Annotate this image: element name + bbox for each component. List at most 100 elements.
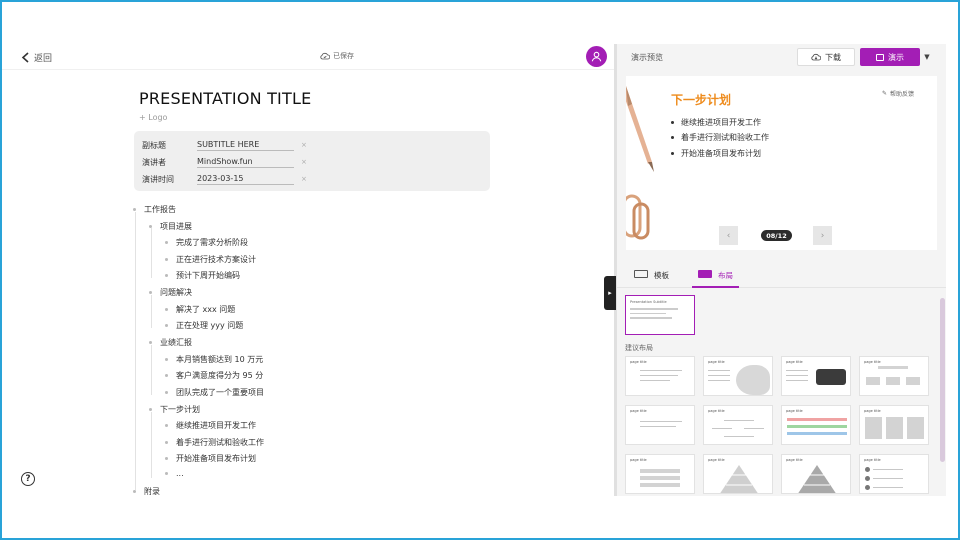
outline-node-item[interactable]: ... — [165, 469, 184, 478]
cloud-download-icon — [811, 53, 821, 61]
outline-node-item[interactable]: 预计下周开始编码 — [165, 270, 240, 281]
pyramid-icon — [798, 465, 836, 493]
bullet-text: 开始准备项目发布计划 — [681, 149, 761, 158]
node-text: 开始准备项目发布计划 — [176, 454, 256, 463]
meta-label: 演讲时间 — [142, 174, 174, 184]
tab-layout[interactable]: 布局 — [692, 270, 739, 288]
layout-icon — [698, 270, 712, 278]
bullet-icon — [671, 121, 674, 124]
suggested-layouts-label: 建议布局 — [625, 344, 653, 352]
bullet-icon — [165, 472, 168, 475]
back-button[interactable]: 返回 — [21, 51, 52, 64]
slide-title: 下一步计划 — [671, 93, 732, 107]
bullet-icon — [165, 241, 168, 244]
feedback-button[interactable]: ✎ 帮助反馈 — [882, 89, 914, 98]
outline-node-item[interactable]: 开始准备项目发布计划 — [165, 453, 256, 464]
chat-icon: ✎ — [882, 90, 888, 97]
meta-label: 副标题 — [142, 140, 166, 150]
layout-thumb[interactable]: page title — [859, 405, 929, 445]
outline-node-section[interactable]: 问题解决 — [149, 287, 192, 298]
clear-icon[interactable]: × — [301, 175, 307, 183]
outline-guide — [151, 228, 152, 278]
download-button[interactable]: 下载 — [797, 48, 855, 66]
layout-thumb[interactable]: page title — [625, 405, 695, 445]
present-label: 演示 — [888, 52, 904, 62]
tab-label: 布局 — [718, 271, 733, 280]
chevron-left-icon: ‹ — [726, 230, 731, 241]
outline-node-root[interactable]: 工作报告 — [133, 204, 176, 215]
layout-thumb[interactable]: page title — [781, 356, 851, 396]
layout-thumb[interactable]: page title — [625, 356, 695, 396]
meta-row-subtitle: 副标题 SUBTITLE HERE × — [142, 138, 307, 152]
layout-thumb[interactable]: page title — [625, 454, 695, 494]
chevron-right-icon: › — [820, 230, 825, 241]
outline-node-section[interactable]: 项目进展 — [149, 221, 192, 232]
tab-template[interactable]: 模板 — [634, 270, 669, 288]
outline-guide — [151, 412, 152, 478]
caret-down-icon: ▼ — [924, 53, 930, 61]
outline-node-item[interactable]: 解决了 xxx 问题 — [165, 304, 235, 315]
outline-node-item[interactable]: 完成了需求分析阶段 — [165, 237, 248, 248]
thumb-title: page title — [864, 409, 881, 413]
outline-node-section[interactable]: 业绩汇报 — [149, 337, 192, 348]
bullet-icon — [149, 225, 152, 228]
layout-thumb[interactable]: page title — [703, 405, 773, 445]
outline-node-item[interactable]: 本月销售额达到 10 万元 — [165, 354, 263, 365]
layout-scrollbar[interactable] — [940, 298, 945, 462]
thumb-title: page title — [708, 409, 725, 413]
layout-gallery: Presentation Subtitle 建议布局 page title pa… — [617, 292, 946, 496]
outline-tree: 工作报告 项目进展 完成了需求分析阶段 正在进行技术方案设计 预计下周开始编码 … — [128, 201, 588, 496]
download-label: 下载 — [825, 52, 841, 62]
layout-thumb[interactable]: page title — [859, 454, 929, 494]
avatar[interactable] — [586, 46, 607, 67]
clear-icon[interactable]: × — [301, 141, 307, 149]
node-text: 项目进展 — [160, 222, 192, 231]
add-logo-button[interactable]: + Logo — [139, 113, 167, 122]
bullet-icon — [165, 391, 168, 394]
outline-node-item[interactable]: 客户满意度得分为 95 分 — [165, 370, 263, 381]
collapse-panel-button[interactable]: ▸ — [604, 276, 616, 310]
present-dropdown-button[interactable]: ▼ — [921, 48, 933, 66]
editor-topbar — [2, 2, 614, 70]
speaker-field[interactable]: MindShow.fun — [197, 157, 294, 168]
layout-thumb[interactable]: page title — [781, 405, 851, 445]
node-text: 下一步计划 — [160, 405, 200, 414]
clear-icon[interactable]: × — [301, 158, 307, 166]
node-text: 正在进行技术方案设计 — [176, 255, 256, 264]
meta-row-date: 演讲时间 2023-03-15 × — [142, 172, 307, 186]
bullet-icon — [149, 291, 152, 294]
outline-node-item[interactable]: 继续推进项目开发工作 — [165, 420, 256, 431]
outline-node-section[interactable]: 下一步计划 — [149, 404, 200, 415]
date-field[interactable]: 2023-03-15 — [197, 174, 294, 185]
outline-guide — [135, 212, 136, 490]
next-slide-button[interactable]: › — [813, 226, 832, 245]
node-text: 着手进行测试和验收工作 — [176, 438, 264, 447]
outline-node-item[interactable]: 正在进行技术方案设计 — [165, 254, 256, 265]
node-text: 预计下周开始编码 — [176, 271, 240, 280]
help-icon[interactable]: ? — [21, 472, 35, 486]
current-layout-thumb[interactable]: Presentation Subtitle — [625, 295, 695, 335]
outline-node-item[interactable]: 着手进行测试和验收工作 — [165, 437, 264, 448]
panel-tabs: 模板 布局 — [617, 264, 946, 288]
bullet-icon — [165, 374, 168, 377]
node-text: 工作报告 — [144, 205, 176, 214]
bullet-icon — [165, 258, 168, 261]
page-title[interactable]: PRESENTATION TITLE — [139, 89, 311, 108]
meta-panel: 副标题 SUBTITLE HERE × 演讲者 MindShow.fun × 演… — [134, 131, 490, 191]
preview-panel: 演示预览 下载 演示 ▼ 下一步计划 ✎ 帮助反馈 继续推进项目开发工作 着手进… — [617, 44, 946, 496]
outline-node-item[interactable]: 正在处理 yyy 问题 — [165, 320, 243, 331]
bullet-icon — [165, 324, 168, 327]
bullet-icon — [149, 341, 152, 344]
layout-thumb[interactable]: page title — [703, 454, 773, 494]
layout-thumb[interactable]: page title — [859, 356, 929, 396]
layout-thumb[interactable]: page title — [703, 356, 773, 396]
present-button[interactable]: 演示 — [860, 48, 920, 66]
outline-node-item[interactable]: 团队完成了一个重要项目 — [165, 387, 264, 398]
prev-slide-button[interactable]: ‹ — [719, 226, 738, 245]
subtitle-field[interactable]: SUBTITLE HERE — [197, 140, 294, 151]
thumb-title: Presentation Subtitle — [630, 300, 667, 304]
slide-preview[interactable]: 下一步计划 ✎ 帮助反馈 继续推进项目开发工作 着手进行测试和验收工作 开始准备… — [626, 76, 937, 250]
node-text: 附录 — [144, 487, 160, 496]
layout-thumb[interactable]: page title — [781, 454, 851, 494]
outline-node-root[interactable]: 附录 — [133, 486, 160, 496]
